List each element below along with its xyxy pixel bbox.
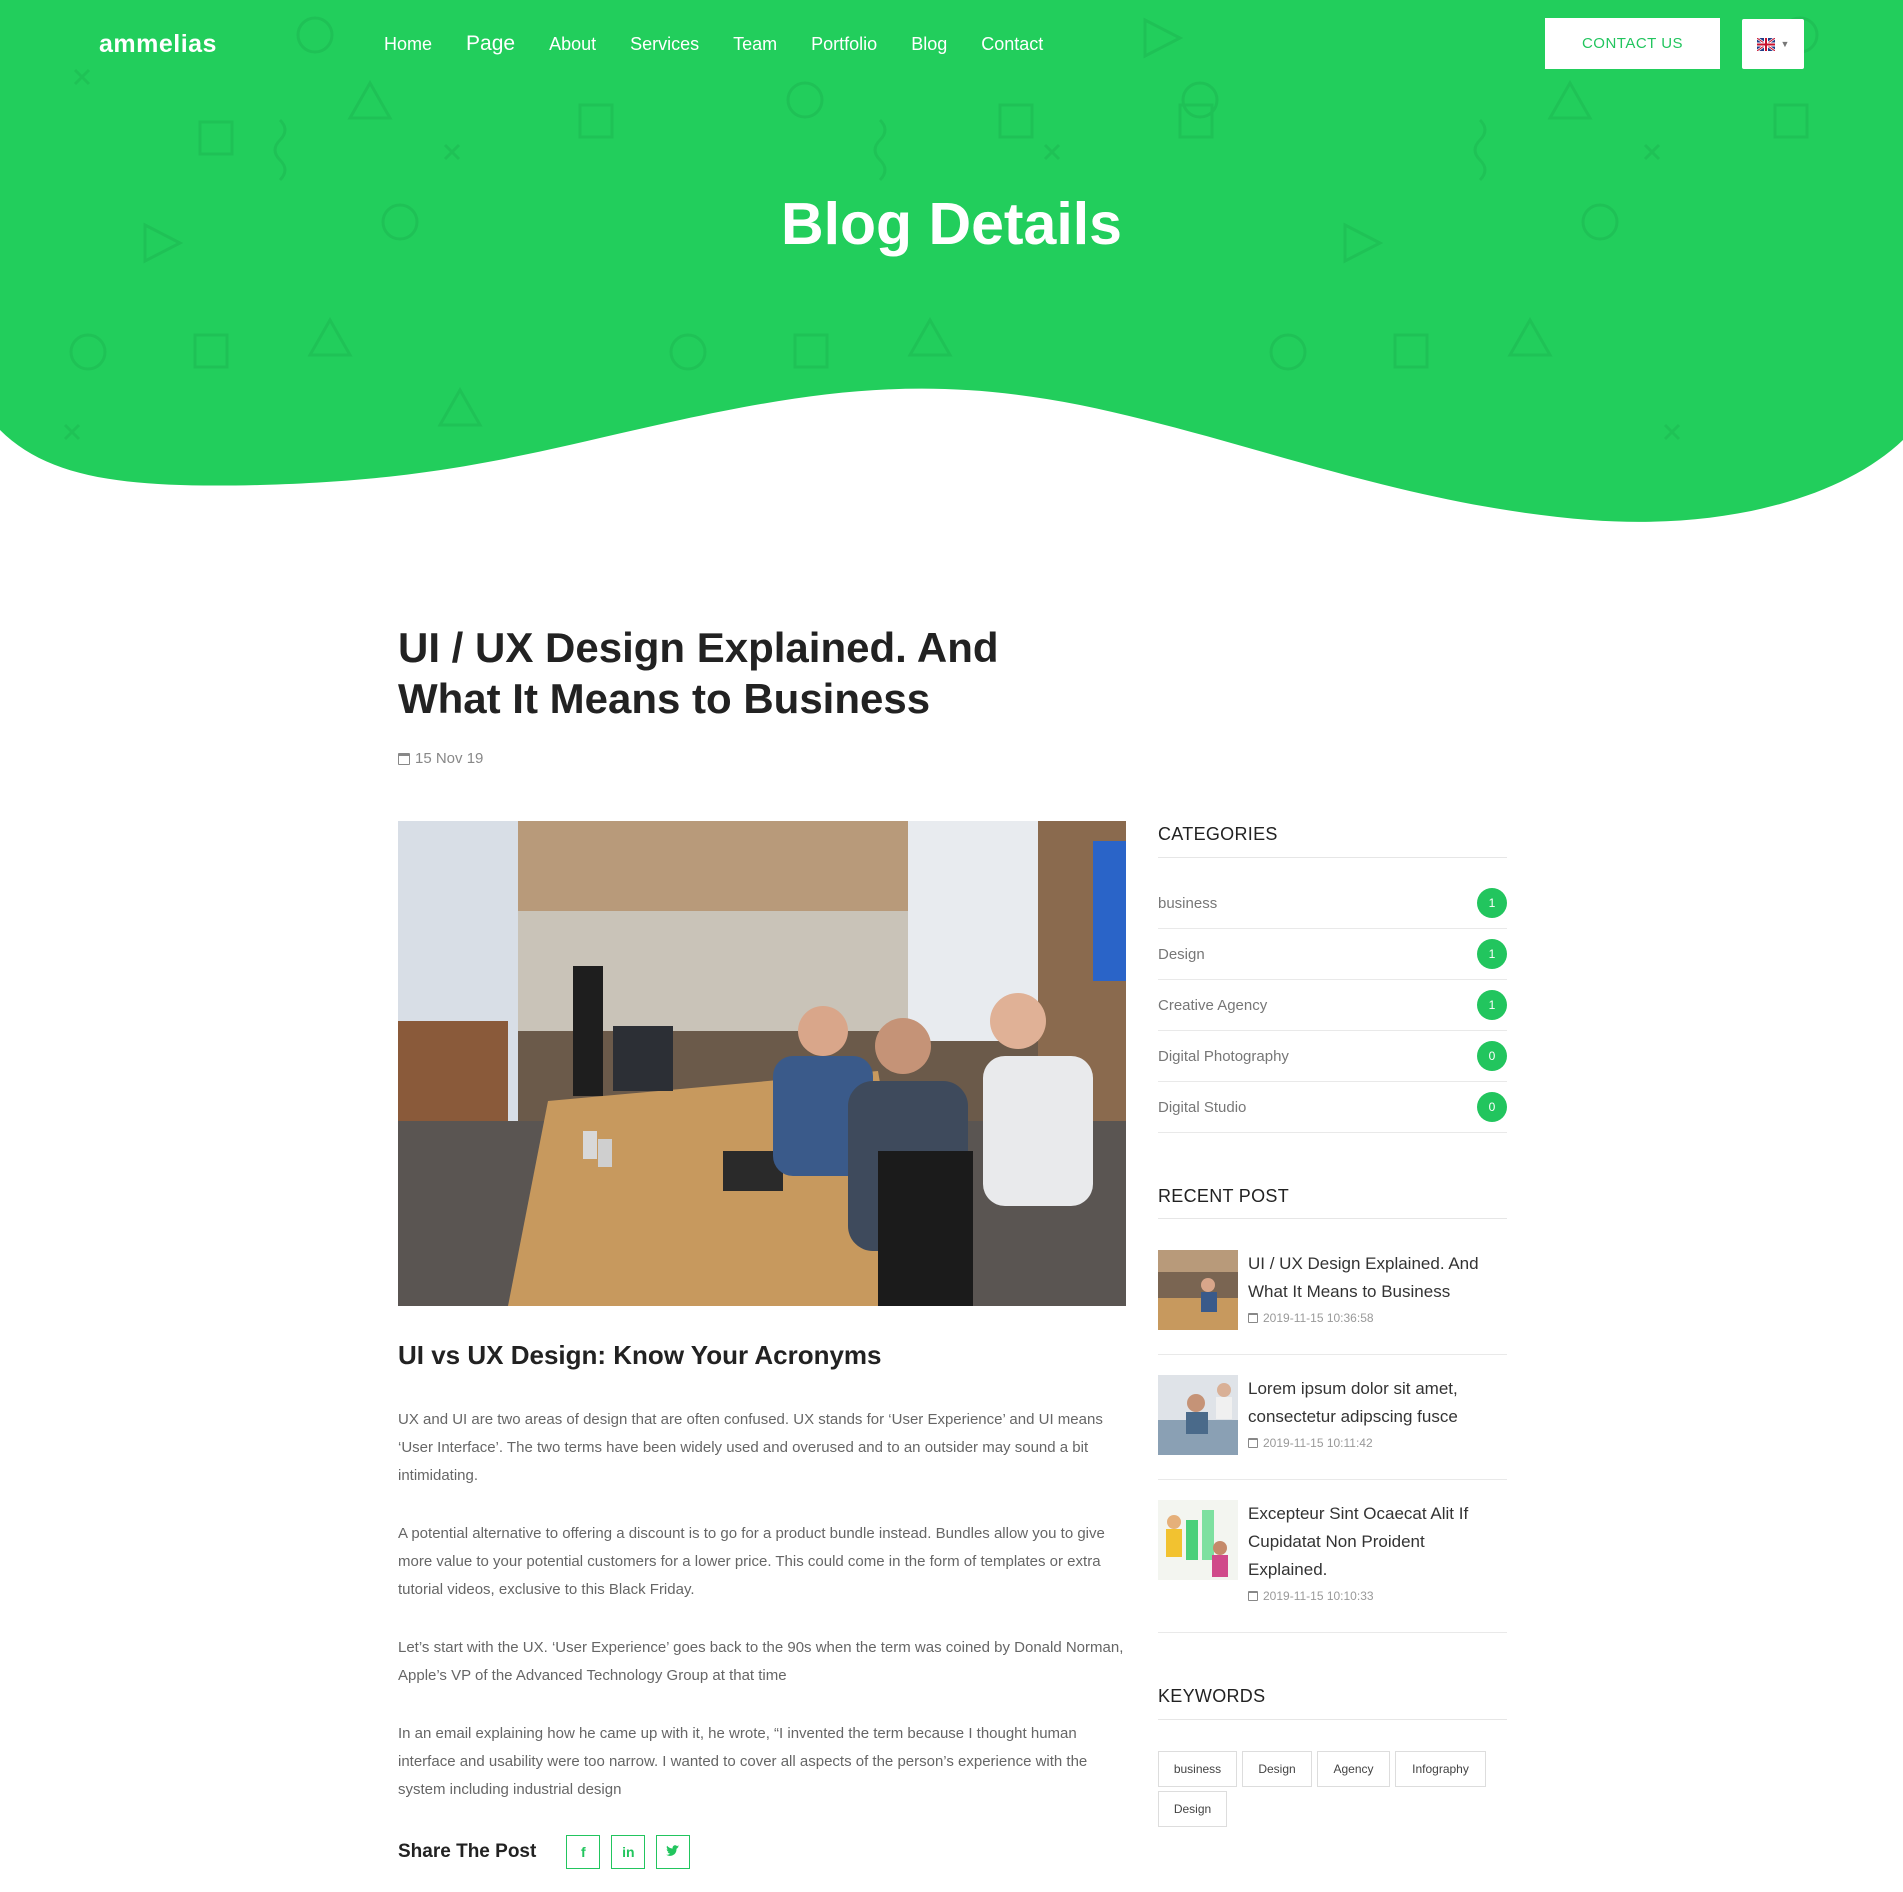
facebook-icon: f <box>580 1844 586 1860</box>
recent-post-date-text: 2019-11-15 10:10:33 <box>1263 1589 1374 1603</box>
recent-post-heading: RECENT POST <box>1158 1186 1289 1206</box>
category-count-badge: 1 <box>1477 939 1507 969</box>
article-paragraph-1: UX and UI are two areas of design that a… <box>398 1411 1103 1484</box>
recent-post-date: 2019-11-15 10:10:33 <box>1248 1589 1374 1603</box>
chevron-down-icon: ▼ <box>1780 39 1790 49</box>
keyword-tag[interactable]: Design <box>1158 1791 1227 1827</box>
recent-post-date: 2019-11-15 10:11:42 <box>1248 1436 1373 1450</box>
recent-post-date: 2019-11-15 10:36:58 <box>1248 1311 1374 1325</box>
recent-post-date-text: 2019-11-15 10:11:42 <box>1263 1436 1373 1450</box>
recent-post-title[interactable]: Excepteur Sint Ocaecat Alit If Cupidatat… <box>1248 1500 1507 1584</box>
hero-banner: ammelias Home Page About Services Team P… <box>0 0 1903 540</box>
article-image <box>398 821 1126 1306</box>
recent-post-thumbnail[interactable] <box>1158 1250 1238 1330</box>
calendar-icon <box>1248 1438 1258 1448</box>
nav-services[interactable]: Services <box>630 30 699 58</box>
calendar-icon <box>398 752 410 765</box>
categories-heading: CATEGORIES <box>1158 824 1278 844</box>
divider <box>1158 1218 1507 1219</box>
recent-post-thumbnail[interactable] <box>1158 1375 1238 1455</box>
calendar-icon <box>1248 1313 1258 1323</box>
share-label: Share The Post <box>398 1841 537 1862</box>
language-selector[interactable]: ▼ <box>1742 19 1804 69</box>
category-count-badge: 1 <box>1477 990 1507 1020</box>
category-label: Digital Studio <box>1158 1098 1247 1116</box>
facebook-share-button[interactable]: f <box>566 1835 601 1869</box>
article-date: 15 Nov 19 <box>398 750 483 767</box>
nav-page[interactable]: Page <box>466 30 515 58</box>
divider <box>1158 1719 1507 1720</box>
twitter-share-button[interactable] <box>656 1835 691 1869</box>
keyword-tag[interactable]: Design <box>1242 1751 1312 1787</box>
main-nav: Home Page About Services Team Portfolio … <box>384 30 1077 58</box>
article-title: UI / UX Design Explained. And What It Me… <box>398 624 999 722</box>
category-label: Digital Photography <box>1158 1047 1289 1065</box>
share-section: Share The Post f in <box>398 1835 701 1869</box>
hero-wave-background <box>0 0 1903 522</box>
keyword-tag[interactable]: business <box>1158 1751 1237 1787</box>
recent-post-title[interactable]: UI / UX Design Explained. And What It Me… <box>1248 1250 1507 1306</box>
keyword-tag[interactable]: Infography <box>1395 1751 1486 1787</box>
category-label: business <box>1158 894 1218 912</box>
office-photo <box>398 821 1126 1306</box>
category-item[interactable]: Digital Studio 0 <box>1158 1082 1507 1133</box>
recent-post-item[interactable]: Lorem ipsum dolor sit amet, consectetur … <box>1158 1375 1507 1480</box>
article-paragraph-2: A potential alternative to offering a di… <box>398 1525 1105 1598</box>
nav-portfolio[interactable]: Portfolio <box>811 30 877 58</box>
nav-team[interactable]: Team <box>733 30 777 58</box>
recent-post-title[interactable]: Lorem ipsum dolor sit amet, consectetur … <box>1248 1375 1507 1431</box>
category-count-badge: 0 <box>1477 1041 1507 1071</box>
divider <box>1158 857 1507 858</box>
category-label: Design <box>1158 945 1205 963</box>
category-item[interactable]: Design 1 <box>1158 929 1507 980</box>
article-paragraph-3: Let’s start with the UX. ‘User Experienc… <box>398 1639 1124 1684</box>
article-subtitle: UI vs UX Design: Know Your Acronyms <box>398 1340 882 1370</box>
category-item[interactable]: Creative Agency 1 <box>1158 980 1507 1031</box>
category-item[interactable]: Digital Photography 0 <box>1158 1031 1507 1082</box>
uk-flag-icon <box>1756 37 1775 51</box>
site-logo[interactable]: ammelias <box>99 30 217 59</box>
twitter-icon <box>666 1844 680 1860</box>
category-item[interactable]: business 1 <box>1158 878 1507 929</box>
recent-post-thumbnail[interactable] <box>1158 1500 1238 1580</box>
nav-about[interactable]: About <box>549 30 596 58</box>
category-count-badge: 0 <box>1477 1092 1507 1122</box>
keywords-heading: KEYWORDS <box>1158 1686 1266 1706</box>
nav-contact[interactable]: Contact <box>981 30 1043 58</box>
page-title: Blog Details <box>781 191 1122 257</box>
article-paragraph-4: In an email explaining how he came up wi… <box>398 1725 1088 1798</box>
linkedin-icon: in <box>622 1844 635 1860</box>
article-date-text: 15 Nov 19 <box>415 750 484 767</box>
contact-us-button[interactable]: CONTACT US <box>1545 18 1720 69</box>
calendar-icon <box>1248 1591 1258 1601</box>
recent-post-item[interactable]: UI / UX Design Explained. And What It Me… <box>1158 1250 1507 1355</box>
linkedin-share-button[interactable]: in <box>611 1835 646 1869</box>
recent-post-item[interactable]: Excepteur Sint Ocaecat Alit If Cupidatat… <box>1158 1500 1507 1633</box>
category-label: Creative Agency <box>1158 996 1268 1014</box>
category-count-badge: 1 <box>1477 888 1507 918</box>
nav-blog[interactable]: Blog <box>911 30 947 58</box>
recent-post-date-text: 2019-11-15 10:36:58 <box>1263 1311 1374 1325</box>
nav-home[interactable]: Home <box>384 30 432 58</box>
keyword-tag[interactable]: Agency <box>1317 1751 1390 1787</box>
